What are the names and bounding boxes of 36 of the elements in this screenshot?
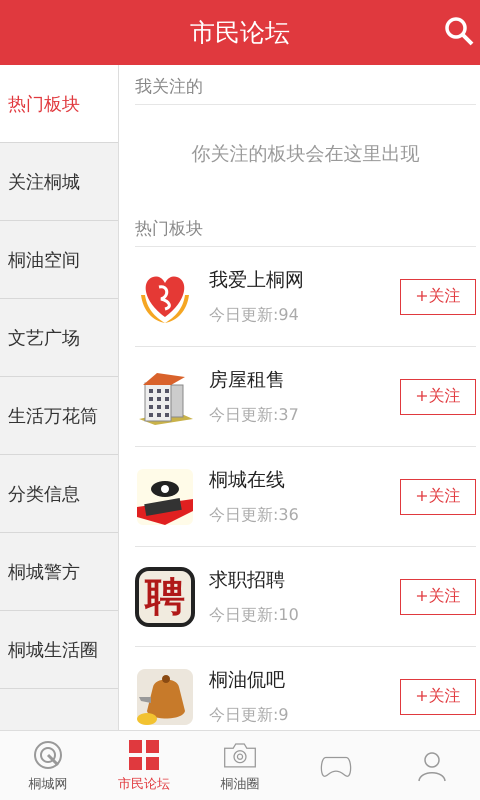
section-heading: 我关注的 <box>135 65 476 105</box>
sidebar-item[interactable]: 文艺广场 <box>0 299 118 377</box>
board-name[interactable]: 我爱上桐网 <box>209 267 400 293</box>
tab-item[interactable]: 桐油圈 <box>192 731 288 800</box>
follow-button[interactable]: +关注 <box>400 578 476 614</box>
section-heading: 热门板块 <box>135 207 476 247</box>
board-name[interactable]: 桐油侃吧 <box>209 667 400 693</box>
empty-message: 你关注的板块会在这里出现 <box>190 142 420 167</box>
update-count: 今日更新:94 <box>209 305 300 326</box>
follow-button[interactable]: +关注 <box>400 278 476 314</box>
header-title: 市民论坛 <box>190 17 290 49</box>
follow-button[interactable]: +关注 <box>400 478 476 514</box>
board-name[interactable]: 房屋租售 <box>209 367 400 393</box>
follow-button[interactable]: +关注 <box>400 678 476 714</box>
character-icon: 聘 <box>135 566 195 626</box>
update-count: 今日更新:37 <box>209 405 300 426</box>
sidebar-item[interactable]: 桐油空间 <box>0 221 118 299</box>
board-name[interactable]: 桐城在线 <box>209 467 400 493</box>
update-count: 今日更新:9 <box>209 705 290 726</box>
update-count: 今日更新:36 <box>209 505 300 526</box>
tab-item[interactable]: 市民论坛 <box>96 731 192 800</box>
sidebar-item[interactable]: 分类信息 <box>0 455 118 533</box>
search-icon[interactable] <box>444 16 474 46</box>
follow-button[interactable]: +关注 <box>400 378 476 414</box>
target-icon <box>31 738 65 770</box>
sidebar-item[interactable]: 关注桐城 <box>0 143 118 221</box>
sidebar-item[interactable]: 热门板块 <box>0 65 118 143</box>
sidebar-item[interactable]: 桐城生活圈 <box>0 611 118 689</box>
teapot-icon <box>135 666 195 726</box>
grid-icon <box>127 738 161 770</box>
update-count: 今日更新:10 <box>209 605 300 626</box>
eye-icon <box>135 466 195 526</box>
sidebar-item[interactable]: 生活万花筒 <box>0 377 118 455</box>
tab-item[interactable]: 桐城网 <box>0 731 96 800</box>
board-name[interactable]: 求职招聘 <box>209 567 400 593</box>
sidebar-item[interactable]: 桐城警方 <box>0 533 118 611</box>
